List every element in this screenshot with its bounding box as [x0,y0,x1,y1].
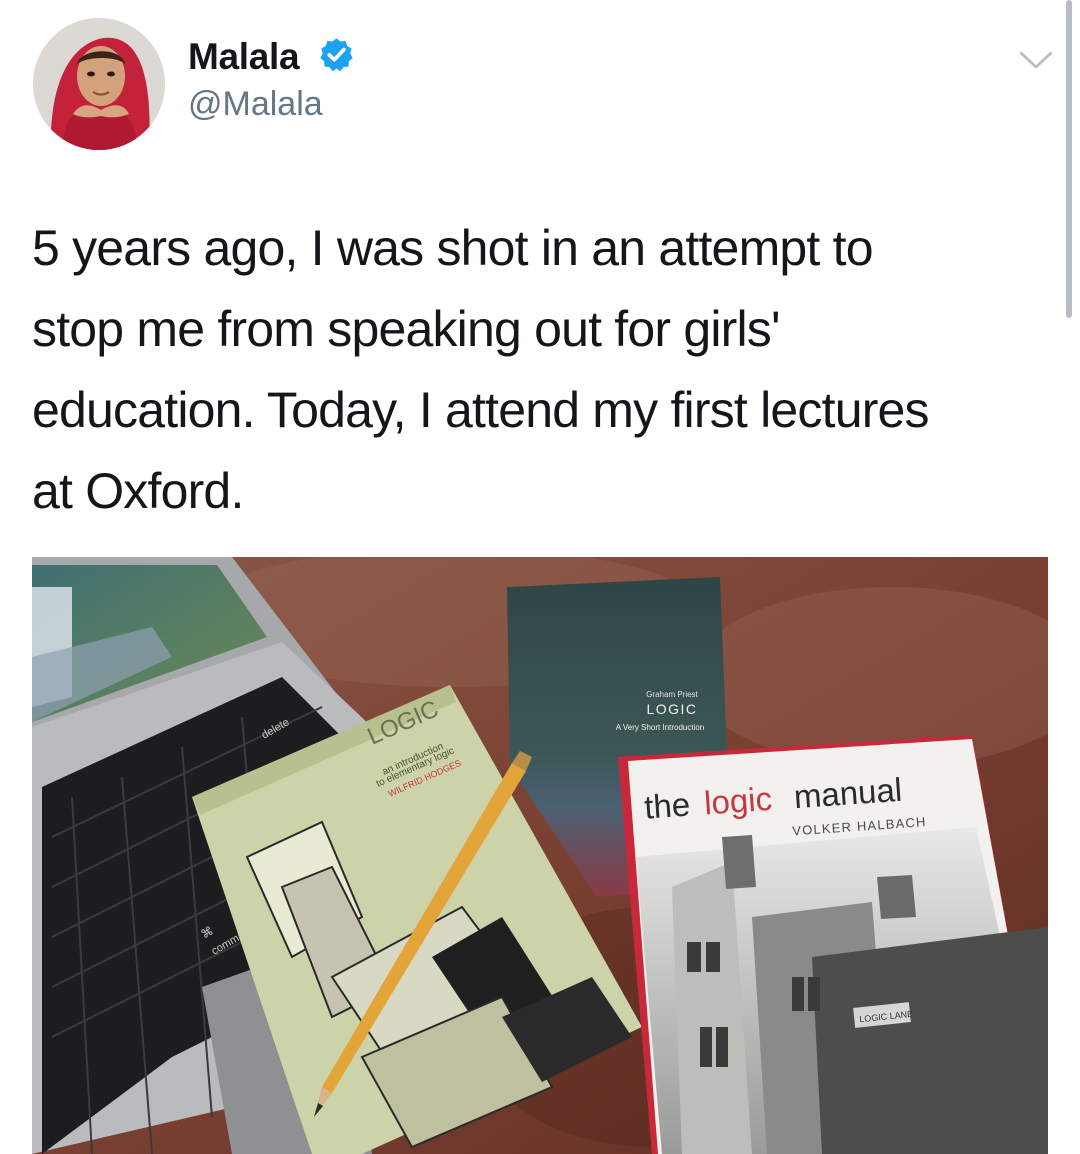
halbach-title-logic: logic [703,780,773,822]
photo-illustration: delete command ⌘ Graham Priest LOGIC A V… [32,557,1048,1154]
priest-title: LOGIC [646,701,697,717]
tweet-text-line: stop me from speaking out for girls' [32,301,781,357]
author-name[interactable]: Malala [188,36,300,78]
priest-author: Graham Priest [646,690,698,699]
verified-badge-icon [320,38,353,72]
halbach-title-manual: manual [793,771,904,815]
author-handle[interactable]: @Malala [188,85,323,124]
scrollbar[interactable] [1066,0,1072,318]
avatar[interactable] [33,18,165,150]
halbach-title-the: the [643,786,691,826]
tweet-text-line: at Oxford. [32,463,244,519]
tweet-text: 5 years ago, I was shot in an attempt to… [32,208,1062,532]
chevron-down-icon[interactable] [1018,48,1054,72]
tweet-photo[interactable]: delete command ⌘ Graham Priest LOGIC A V… [32,557,1048,1154]
tweet-text-line: education. Today, I attend my first lect… [32,382,930,438]
tweet-text-line: 5 years ago, I was shot in an attempt to [32,220,874,276]
avatar-portrait [33,18,165,150]
priest-subtitle: A Very Short Introduction [616,723,705,732]
